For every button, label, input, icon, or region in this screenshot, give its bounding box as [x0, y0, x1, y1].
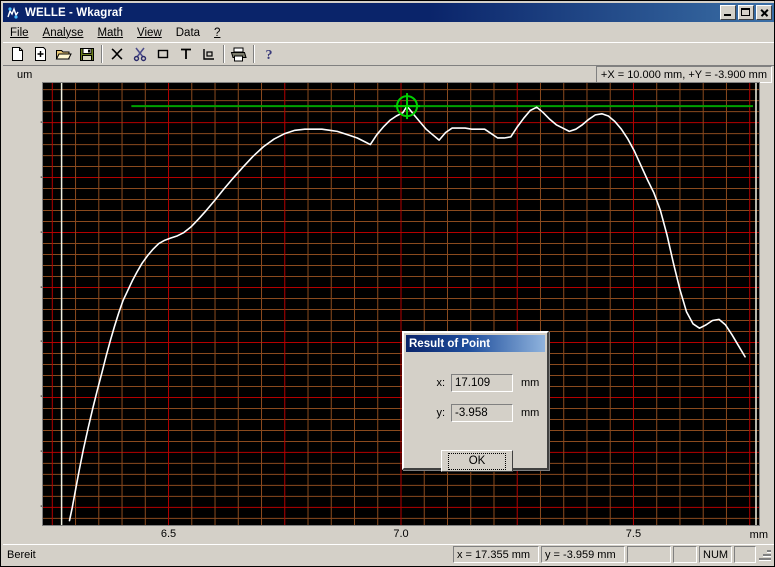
y-field-label: y: — [436, 407, 445, 419]
window-title: WELLE - Wkagraf — [25, 6, 123, 19]
x-field-label: x: — [436, 377, 445, 389]
menu-item-math[interactable]: Math — [90, 26, 130, 40]
menu-bar: File Analyse Math View Data ? — [3, 24, 774, 41]
x-tick-label: 6.5 — [160, 528, 177, 540]
tool-bar: ? — [3, 42, 774, 66]
close-button[interactable] — [756, 5, 772, 20]
status-y-coordinate: y = -3.959 mm — [541, 546, 625, 563]
menu-file-label: File — [10, 26, 29, 39]
application-window: WELLE - Wkagraf File Analyse Math View D… — [0, 0, 775, 567]
chart-panel: um mm +X = 10.000 mm, +Y = -3.900 mm -60… — [3, 66, 774, 542]
menu-item-analyse[interactable]: Analyse — [36, 26, 91, 40]
new-document-icon[interactable] — [6, 43, 29, 65]
menu-math-label: Math — [97, 26, 124, 39]
cursor-offset-annotation: +X = 10.000 mm, +Y = -3.900 mm — [595, 66, 772, 83]
menu-data-label: Data — [175, 26, 201, 39]
x-axis-unit-label: mm — [749, 529, 768, 541]
window-controls — [720, 5, 772, 20]
dialog-title: Result of Point — [406, 335, 545, 352]
y-field-row: y: -3.958 mm — [423, 404, 539, 422]
status-message: Bereit — [7, 548, 36, 561]
svg-text:?: ? — [265, 48, 272, 62]
x-field-unit: mm — [521, 377, 540, 389]
save-disk-icon[interactable] — [75, 43, 98, 65]
dialog-body: x: 17.109 mm y: -3.958 mm OK — [404, 352, 547, 472]
title-bar: WELLE - Wkagraf — [3, 3, 774, 22]
print-icon[interactable] — [227, 43, 250, 65]
menu-view-label: View — [137, 26, 162, 39]
text-icon[interactable] — [174, 43, 197, 65]
toolbar-separator-1 — [98, 44, 105, 64]
y-axis-unit-label: um — [17, 69, 33, 81]
status-panel-6 — [734, 546, 756, 563]
menu-item-help[interactable]: ? — [207, 26, 227, 40]
minimize-button[interactable] — [720, 5, 736, 20]
status-x-coordinate: x = 17.355 mm — [453, 546, 539, 563]
menu-item-data[interactable]: Data — [169, 26, 207, 40]
maximize-button[interactable] — [738, 5, 754, 20]
y-field-unit: mm — [521, 407, 540, 419]
profile-chart — [43, 83, 759, 525]
welle-app-icon — [5, 4, 21, 21]
status-bar: Bereit x = 17.355 mm y = -3.959 mm NUM — [3, 544, 774, 564]
menu-item-view[interactable]: View — [130, 26, 169, 40]
ok-button[interactable]: OK — [441, 450, 513, 472]
filter-icon[interactable] — [105, 43, 128, 65]
menu-help-label: ? — [214, 26, 221, 39]
help-icon[interactable]: ? — [257, 43, 280, 65]
status-panel-4 — [673, 546, 697, 563]
result-of-point-dialog[interactable]: Result of Point x: 17.109 mm y: -3.958 m… — [402, 331, 549, 472]
x-tick-label: 7.0 — [393, 528, 409, 540]
x-tick-label: 7.5 — [625, 528, 642, 540]
axes-icon[interactable] — [197, 43, 220, 65]
scissors-icon[interactable] — [128, 43, 151, 65]
rectangle-icon[interactable] — [151, 43, 174, 65]
resize-grip-icon[interactable] — [758, 548, 772, 562]
ok-button-label: OK — [447, 452, 507, 470]
open-folder-icon[interactable] — [52, 43, 75, 65]
menu-analyse-label: Analyse — [42, 26, 84, 39]
menu-item-file[interactable]: File — [3, 26, 36, 40]
toolbar-separator-3 — [250, 44, 257, 64]
x-field-row: x: 17.109 mm — [423, 374, 539, 392]
status-panel-3 — [627, 546, 671, 563]
y-value-field[interactable]: -3.958 — [451, 404, 513, 422]
add-document-icon[interactable] — [29, 43, 52, 65]
status-num-indicator: NUM — [699, 546, 732, 563]
plot-area[interactable] — [43, 83, 759, 525]
x-value-field[interactable]: 17.109 — [451, 374, 513, 392]
toolbar-separator-2 — [220, 44, 227, 64]
